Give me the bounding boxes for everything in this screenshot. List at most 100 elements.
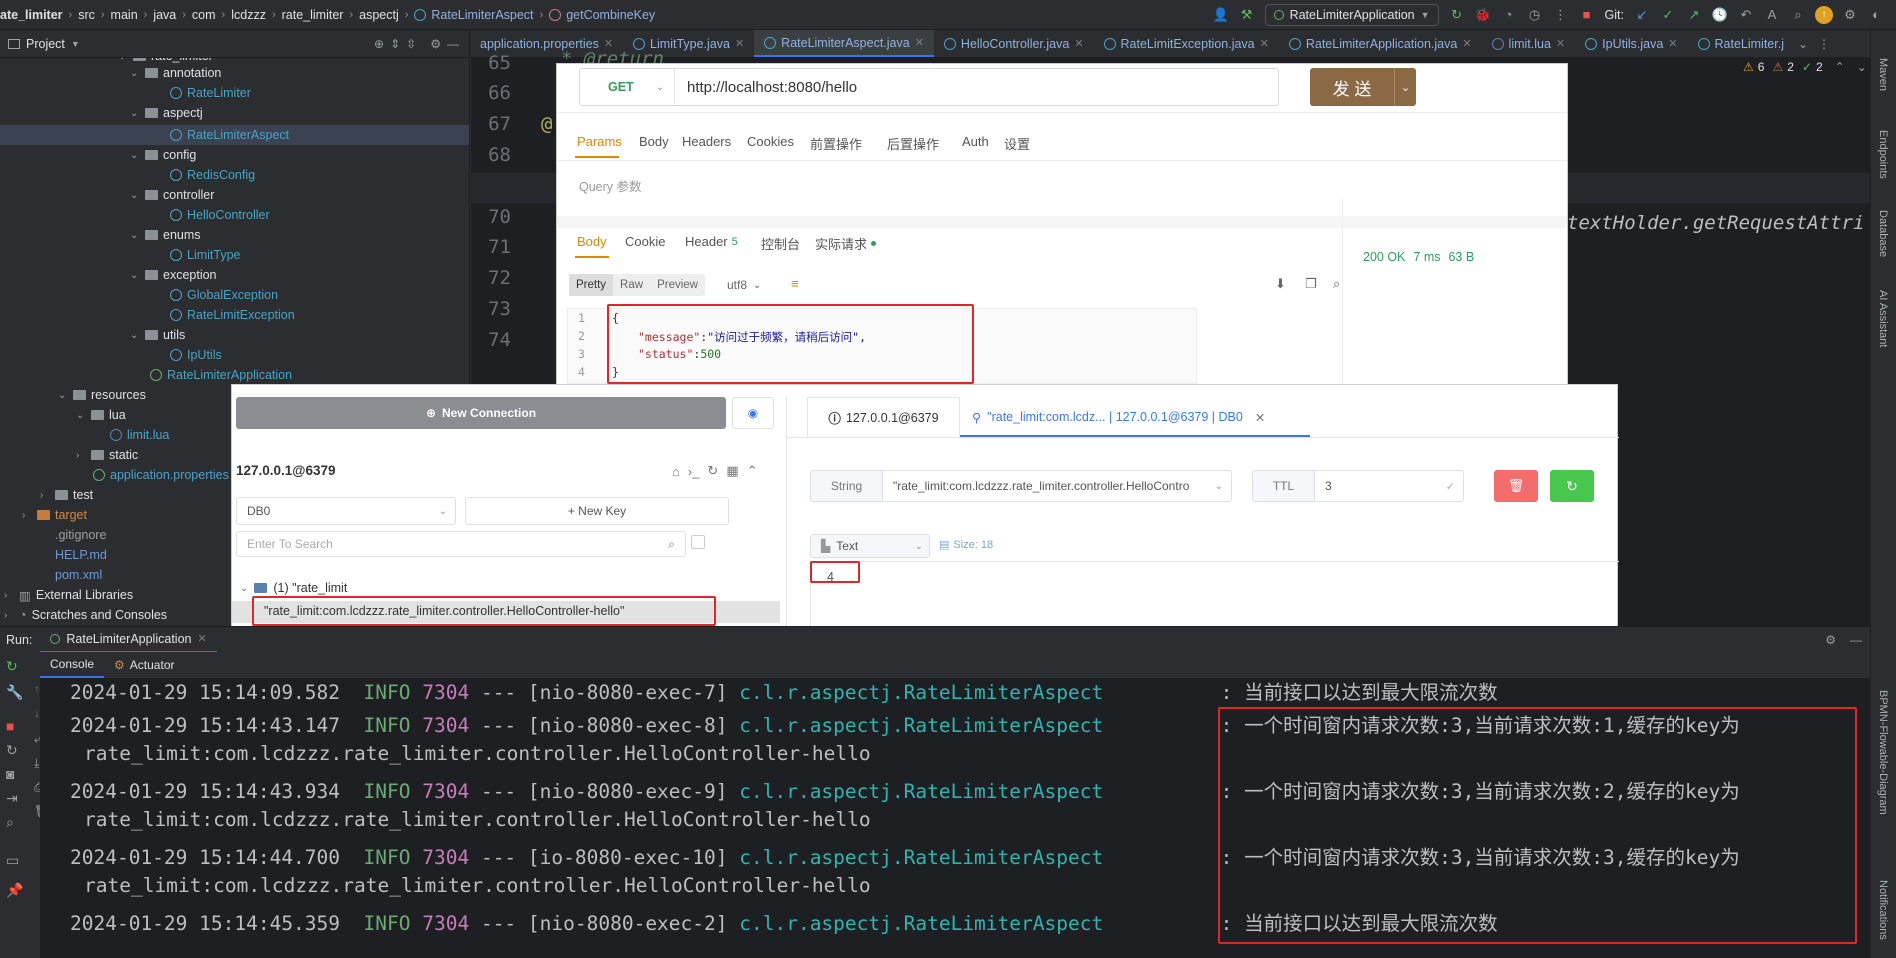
profile-icon[interactable]: ◷ [1526, 6, 1544, 24]
minimize-icon[interactable]: — [1850, 633, 1862, 647]
tab-rate-limiter-application[interactable]: RateLimiterApplication.java ✕ [1279, 30, 1482, 57]
new-key-button[interactable]: + New Key [465, 497, 729, 525]
url-input[interactable]: http://localhost:8080/hello [675, 79, 857, 96]
tree-item[interactable]: RateLimiter [170, 83, 251, 103]
coverage-icon[interactable]: ◔ [1500, 6, 1518, 24]
tree-item[interactable]: › ▥ External Libraries [4, 585, 133, 605]
terminal-icon[interactable]: ›_ [688, 464, 700, 479]
locate-icon[interactable]: ⊕ [374, 37, 384, 51]
tab-body[interactable]: Body [639, 134, 669, 149]
breadcrumb-main[interactable]: main [105, 8, 144, 22]
db-selector[interactable]: DB0 ⌄ [236, 497, 456, 525]
translate-icon[interactable]: A [1763, 6, 1781, 24]
tab-list-chevron-icon[interactable]: ⌄ [1798, 37, 1808, 51]
tree-item[interactable]: pom.xml [40, 565, 102, 585]
run-config-tab[interactable]: RateLimiterApplication ✕ [40, 627, 217, 653]
search-icon[interactable]: ⌕ [1333, 276, 1340, 292]
tree-item[interactable]: › target [22, 505, 87, 525]
chevron-up-icon[interactable]: ⌃ [1835, 60, 1845, 74]
close-icon[interactable]: ✕ [1462, 37, 1471, 50]
send-button[interactable]: 发 送 ⌄ [1310, 68, 1416, 106]
response-tab-body[interactable]: Body [577, 234, 607, 249]
stop-icon[interactable]: ■ [1578, 6, 1596, 24]
view-pretty[interactable]: Pretty [569, 274, 614, 296]
breadcrumb-lcdzzz[interactable]: lcdzzz [225, 8, 272, 22]
close-icon[interactable]: ✕ [915, 36, 924, 49]
assistant-icon[interactable]: ◐ [1867, 6, 1885, 24]
scroll-end-icon[interactable]: ⤓ [34, 756, 39, 771]
tab-connection[interactable]: ⓘ 127.0.0.1@6379 [807, 397, 960, 437]
key-group[interactable]: ⌄ (1) "rate_limit [240, 581, 347, 595]
response-tab-header[interactable]: Header 5 [685, 234, 738, 249]
new-connection-button[interactable]: ⊕ New Connection [236, 397, 726, 429]
tree-item[interactable]: ⌄ annotation [130, 63, 221, 83]
gear-icon[interactable]: ⚙ [430, 37, 441, 51]
tree-item[interactable]: LimitType [170, 245, 241, 265]
tab-key[interactable]: ⚲ "rate_limit:com.lcdz... | 127.0.0.1@637… [960, 397, 1316, 437]
git-push-icon[interactable]: ↗ [1685, 6, 1703, 24]
collapse-all-icon[interactable]: ⇳ [406, 37, 416, 51]
breadcrumb-java[interactable]: java [147, 8, 182, 22]
close-icon[interactable]: ✕ [1260, 37, 1269, 50]
inspection-widget[interactable]: ⚠ 6 ⚠ 2 ✓ 2 ⌃ ⌄ [1743, 60, 1867, 74]
save-icon[interactable]: ⬇ [1275, 276, 1286, 292]
settings-icon[interactable]: ⚙ [1841, 6, 1859, 24]
user-icon[interactable]: 👤 [1212, 6, 1230, 24]
git-update-icon[interactable]: ↙ [1633, 6, 1651, 24]
git-rollback-icon[interactable]: ↶ [1737, 6, 1755, 24]
tree-item[interactable]: ⌄ resources [58, 385, 146, 405]
close-icon[interactable]: ✕ [1074, 37, 1083, 50]
expand-all-icon[interactable]: ⇕ [390, 37, 400, 51]
tab-hello-controller[interactable]: HelloController.java ✕ [934, 30, 1094, 57]
notifications-panel-button[interactable]: Notifications [1877, 880, 1889, 940]
console-output[interactable]: 2024-01-29 15:14:09.582 INFO 7304 --- [n… [40, 678, 1870, 958]
tree-item[interactable]: ⌄ enums [130, 225, 201, 245]
tab-pre-script[interactable]: 前置操作 [810, 134, 862, 153]
view-preview[interactable]: Preview [650, 274, 705, 296]
tab-limit-lua[interactable]: limit.lua ✕ [1482, 30, 1576, 57]
tree-item[interactable]: application.properties [93, 465, 229, 485]
stop-icon[interactable]: ■ [6, 718, 14, 734]
tab-ip-utils[interactable]: IpUtils.java ✕ [1575, 30, 1687, 57]
check-icon[interactable]: ✓ [1446, 480, 1455, 493]
minimize-icon[interactable]: — [447, 37, 459, 51]
ttl-input[interactable]: 3 ✓ [1314, 470, 1464, 502]
exit-icon[interactable]: ⇥ [6, 790, 18, 807]
more-icon[interactable]: ⋮ [1818, 37, 1830, 51]
tab-rate-limiter-aspect[interactable]: RateLimiterAspect.java ✕ [754, 30, 934, 57]
tree-item[interactable]: › static [76, 445, 138, 465]
rerun-icon[interactable]: ↻ [6, 658, 18, 675]
database-panel-button[interactable]: Database [1877, 210, 1889, 257]
git-history-icon[interactable]: 🕓 [1711, 6, 1729, 24]
tree-item[interactable]: RateLimiterAspect [170, 125, 289, 145]
zoom-icon[interactable]: ⌕ [6, 814, 14, 831]
chevron-down-icon[interactable]: ▼ [71, 39, 80, 49]
tree-item[interactable]: › test [40, 485, 93, 505]
encoding-selector[interactable]: utf8 ⌄ [727, 278, 761, 292]
close-icon[interactable]: ✕ [1255, 410, 1265, 425]
key-search-input[interactable]: Enter To Search ⌕ [236, 531, 686, 557]
view-raw[interactable]: Raw [613, 274, 650, 296]
endpoints-panel-button[interactable]: Endpoints [1877, 130, 1889, 179]
breadcrumb-aspectj[interactable]: aspectj [353, 8, 405, 22]
tab-rate-limiter[interactable]: RateLimiter.j [1688, 30, 1794, 57]
refresh-icon[interactable]: ↻ [707, 463, 718, 479]
tree-item[interactable]: RateLimitException [170, 305, 295, 325]
tree-item[interactable]: .gitignore [40, 525, 106, 545]
layout-icon[interactable]: ▭ [6, 852, 19, 869]
search-icon[interactable]: ⌕ [668, 537, 675, 552]
tree-item[interactable]: ⌄ aspectj [130, 103, 203, 123]
wrench-icon[interactable]: 🔧 [6, 684, 23, 701]
update-icon[interactable]: ↑ [1815, 5, 1833, 24]
debug-icon[interactable]: 🐞 [1474, 6, 1492, 24]
delete-key-button[interactable]: 🗑 [1494, 470, 1538, 502]
maven-panel-button[interactable]: Maven [1877, 58, 1889, 91]
tab-console[interactable]: Console [40, 652, 105, 678]
bpmn-panel-button[interactable]: BPMN-Flowable-Diagram [1877, 690, 1889, 815]
key-name-input[interactable]: "rate_limit:com.lcdzzz.rate_limiter.cont… [882, 470, 1232, 502]
tree-item[interactable]: ⌄ controller [130, 185, 214, 205]
close-icon[interactable]: ✕ [1668, 37, 1677, 50]
view-format-selector[interactable]: ▙ Text ⌄ [810, 534, 930, 558]
tab-actuator[interactable]: ⚙ Actuator [104, 652, 184, 678]
chevron-down-icon[interactable]: ⌄ [1857, 60, 1867, 74]
